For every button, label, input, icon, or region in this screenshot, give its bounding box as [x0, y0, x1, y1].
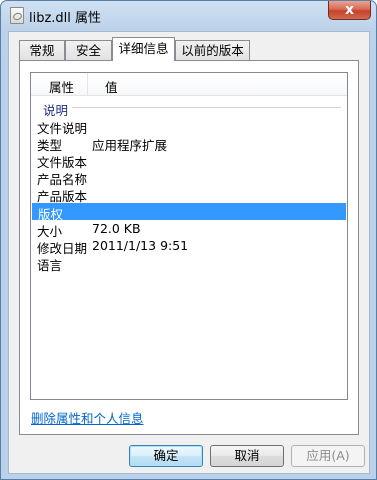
- properties-list[interactable]: 属性 值 说明 文件说明 类型 应用程序扩展 文件版本 产品名称 产品版本 版权…: [30, 72, 348, 400]
- list-item[interactable]: 产品名称: [31, 168, 347, 187]
- column-header-value[interactable]: 值: [105, 77, 118, 96]
- property-value: 72.0 KB: [92, 221, 141, 236]
- list-item[interactable]: 文件说明: [31, 117, 347, 136]
- tab-general[interactable]: 常规: [19, 40, 65, 60]
- properties-window: libz.dll 属性 x 常规 安全 详细信息 以前的版本 属性 值 说明 文…: [0, 0, 377, 480]
- details-panel: 属性 值 说明 文件说明 类型 应用程序扩展 文件版本 产品名称 产品版本 版权…: [19, 60, 359, 435]
- group-divider: [69, 107, 341, 108]
- list-item-selected[interactable]: 版权: [32, 203, 346, 222]
- list-item[interactable]: 修改日期 2011/1/13 9:51: [31, 237, 347, 256]
- dialog-client-area: 常规 安全 详细信息 以前的版本 属性 值 说明 文件说明 类型 应用程序扩展 …: [8, 31, 370, 474]
- ok-button[interactable]: 确定: [129, 445, 203, 467]
- list-item[interactable]: 文件版本: [31, 151, 347, 170]
- property-value: 2011/1/13 9:51: [92, 238, 189, 253]
- column-divider[interactable]: [87, 73, 88, 95]
- close-button[interactable]: x: [328, 1, 371, 20]
- group-header-description: 说明: [39, 99, 341, 119]
- tab-details[interactable]: 详细信息: [112, 37, 175, 61]
- remove-properties-link[interactable]: 删除属性和个人信息: [31, 408, 144, 427]
- list-item[interactable]: 类型 应用程序扩展: [31, 134, 347, 153]
- list-header: 属性 值: [31, 73, 347, 96]
- tab-previous-versions[interactable]: 以前的版本: [175, 40, 250, 60]
- cancel-button[interactable]: 取消: [210, 445, 284, 467]
- list-item[interactable]: 语言: [31, 254, 347, 273]
- dll-file-icon: [10, 7, 24, 24]
- title-bar[interactable]: libz.dll 属性 x: [1, 1, 376, 31]
- list-item[interactable]: 产品版本: [31, 185, 347, 204]
- list-item[interactable]: 大小 72.0 KB: [31, 220, 347, 239]
- tab-security[interactable]: 安全: [65, 40, 112, 60]
- property-name: 语言: [37, 258, 63, 273]
- column-header-property[interactable]: 属性: [49, 77, 74, 96]
- window-title: libz.dll 属性: [29, 11, 102, 26]
- apply-button[interactable]: 应用(A): [291, 445, 365, 467]
